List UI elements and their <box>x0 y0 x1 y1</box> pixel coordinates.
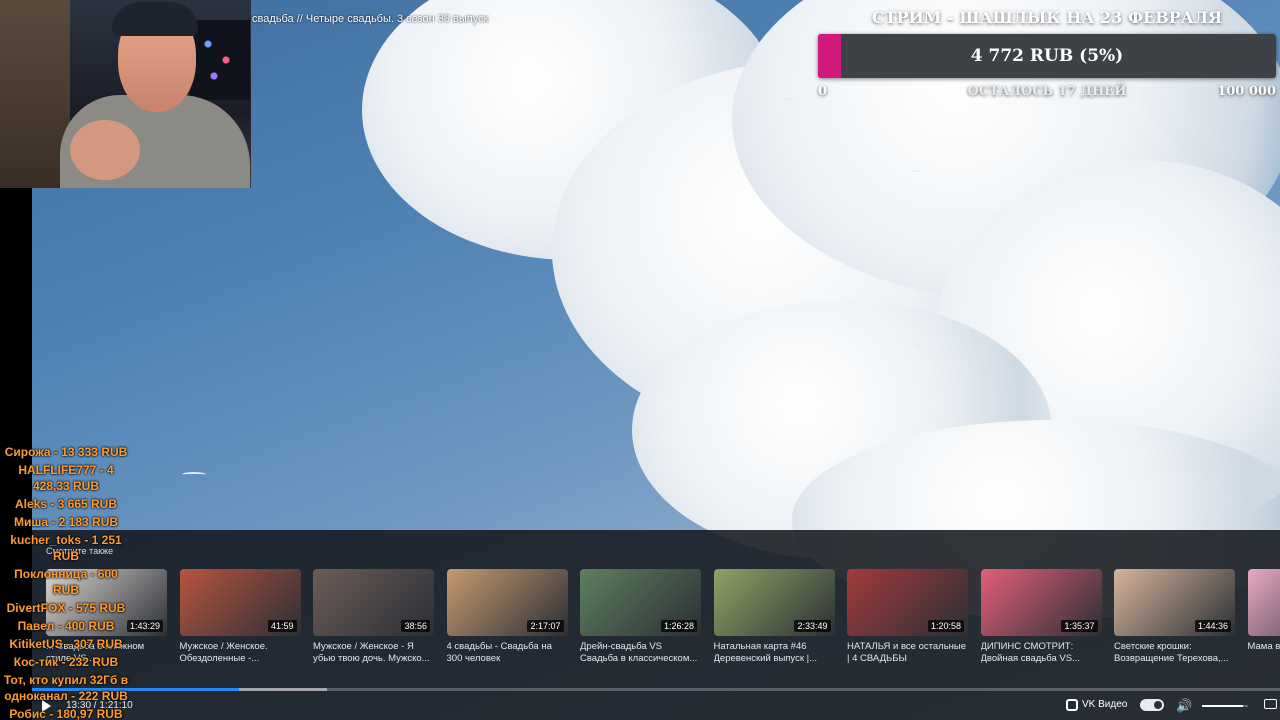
recommendation-card[interactable]: 2:17:07 4 свадьбы - Свадьба на 300 челове… <box>446 569 568 665</box>
recommendation-title[interactable]: Дрейн-свадьба VS Свадьба в классическом.… <box>580 641 701 665</box>
recommendation-thumbnail[interactable]: 1:35:37 <box>980 569 1102 636</box>
volume-slider[interactable] <box>1202 705 1248 707</box>
recommendation-duration: 2:17:07 <box>527 620 564 632</box>
donor-entry: Робис - 180,97 RUB <box>9 707 123 720</box>
recommendation-card[interactable]: Мама в выпуск... <box>1247 569 1280 665</box>
recommendation-thumbnail[interactable]: 2:17:07 <box>446 569 568 636</box>
recommendation-card[interactable]: 1:20:58 НАТАЛЬЯ и все остальные | 4 СВАДЬ… <box>847 569 968 665</box>
donor-entry: HALFLIFE777 - 4 428,33 RUB <box>18 463 114 493</box>
bird <box>894 274 904 279</box>
recommendation-duration: 2:33:49 <box>794 620 831 632</box>
recommendation-duration: 1:44:36 <box>1194 620 1231 632</box>
recommendation-duration: 1:20:58 <box>927 620 964 632</box>
recommendation-thumbnail[interactable]: 1:20:58 <box>847 569 968 636</box>
recommendation-title[interactable]: ДИПИНС СМОТРИТ: Двойная свадьба VS... <box>981 641 1102 665</box>
bird <box>790 225 800 230</box>
recommendation-duration: 41:59 <box>267 620 297 632</box>
recommendation-thumbnail[interactable]: 1:44:36 <box>1114 569 1235 636</box>
recommendation-thumbnail[interactable]: 1:26:28 <box>580 569 701 636</box>
recommendation-thumbnail[interactable] <box>1247 569 1280 636</box>
streamer-webcam <box>0 0 251 188</box>
bird <box>914 344 924 349</box>
recommendation-card[interactable]: 1:35:37 ДИПИНС СМОТРИТ: Двойная свадьба V… <box>980 569 1102 665</box>
volume-icon[interactable]: 🔊 <box>1176 698 1192 714</box>
volume-level <box>1202 705 1244 707</box>
donor-entry: DivertFOX - 575 RUB <box>6 601 126 615</box>
recommendation-title[interactable]: Мама в выпуск... <box>1248 641 1280 665</box>
recommendation-title[interactable]: НАТАЛЬЯ и все остальные | 4 СВАДЬБЫ <box>847 641 968 665</box>
goal-max: 100 000 <box>1217 84 1276 99</box>
goal-title: СТРИМ - ШАШЛЫК НА 23 ФЕВРАЛЯ <box>871 8 1223 27</box>
donor-entry: Кос-тик - 232 RUB <box>13 655 119 669</box>
goal-amount: 4 772 RUB (5%) <box>970 46 1124 66</box>
goal-days-left: ОСТАЛОСЬ 17 ДНЕЙ <box>967 84 1127 99</box>
subtitles-icon[interactable] <box>1264 699 1277 709</box>
donor-entry: Тот, кто купил 32Гб в одноканал - 222 RU… <box>3 673 129 703</box>
recommendation-card[interactable]: 1:44:36 Светские крошки: Возвращение Тере… <box>1114 569 1235 665</box>
donor-entry: Aleks - 3 665 RUB <box>14 497 118 511</box>
video-title: свадьба // Четыре свадьбы. 3 сезон 30 вы… <box>252 13 489 25</box>
donor-entry: Павел - 400 RUB <box>17 619 115 633</box>
recommendation-card[interactable]: 1:26:28 Дрейн-свадьба VS Свадьба в класси… <box>580 569 701 665</box>
recommendation-duration: 1:35:37 <box>1061 620 1098 632</box>
bird <box>784 98 794 103</box>
recommendation-duration: 1:26:28 <box>660 620 697 632</box>
webcam-hand <box>70 120 140 180</box>
recommendation-card[interactable]: 38:56 Мужское / Женское - Я убью твою доч… <box>313 569 434 665</box>
recommendation-title[interactable]: Светские крошки: Возвращение Терехова,..… <box>1114 641 1235 665</box>
vk-video-label[interactable]: VK Видео <box>1082 699 1127 710</box>
donors-list: Сирожа - 13 333 RUB HALFLIFE777 - 4 428,3… <box>0 444 132 720</box>
recommendation-card[interactable]: 2:33:49 Натальная карта #46 Деревенский в… <box>713 569 835 665</box>
seek-bar[interactable] <box>32 688 1280 691</box>
recommendation-title[interactable]: Натальная карта #46 Деревенский выпуск |… <box>714 641 835 665</box>
recommendation-duration: 38:56 <box>401 620 430 632</box>
recommendation-thumbnail[interactable]: 38:56 <box>313 569 434 636</box>
recommendation-duration: 1:43:29 <box>126 620 163 632</box>
donor-entry: Миша - 2 183 RUB <box>13 515 119 529</box>
webcam-cap <box>112 2 198 36</box>
goal-progress-bar: 4 772 RUB (5%) <box>818 34 1276 78</box>
autoplay-toggle[interactable] <box>1140 699 1164 711</box>
recommendation-title[interactable]: Мужское / Женское. Обездоленные -... <box>180 641 301 665</box>
recommendation-thumbnail[interactable]: 41:59 <box>179 569 301 636</box>
bird <box>912 170 922 175</box>
bird <box>182 472 206 477</box>
vk-video-icon[interactable] <box>1066 699 1078 711</box>
recommendation-title[interactable]: 4 свадьбы - Свадьба на 300 человек <box>447 641 568 665</box>
recommendation-title[interactable]: Мужское / Женское - Я убью твою дочь. Му… <box>313 641 434 665</box>
webcam-lights <box>190 20 250 100</box>
donor-entry: kucher_toks - 1 251 RUB <box>10 533 122 563</box>
recommendations-row: 1:43:29... Свадьба в пляжном стиле VS...… <box>46 569 1280 669</box>
donor-entry: KitiketUS - 307 RUB <box>9 637 123 651</box>
donor-entry: Сирожа - 13 333 RUB <box>4 445 128 459</box>
recommendation-thumbnail[interactable]: 2:33:49 <box>713 569 835 636</box>
recommendation-card[interactable]: 41:59 Мужское / Женское. Обездоленные -..… <box>179 569 301 665</box>
player-controls: 13:30 / 1:21:10 VK Видео 🔊 ⚙ <box>32 692 1280 720</box>
donor-entry: Поклонница - 600 RUB <box>14 567 118 597</box>
